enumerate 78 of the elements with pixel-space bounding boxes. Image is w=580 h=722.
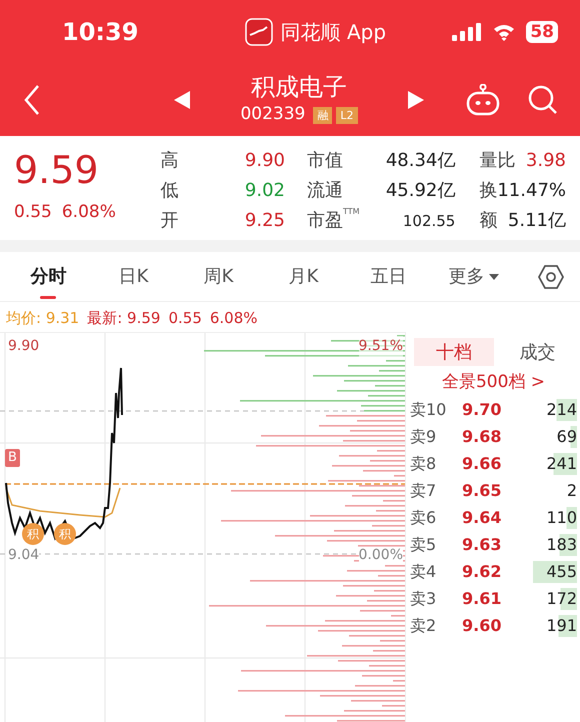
order-book-tab[interactable]: 十档 [414, 338, 494, 366]
stat-value: 9.90 [244, 149, 285, 173]
full-depth-link[interactable]: 全景500档 > [442, 368, 546, 396]
stock-name: 积成电子 [250, 72, 347, 102]
stat-label: 高 [160, 149, 178, 173]
metric-value: 48.34亿 [386, 149, 456, 173]
ttm-superscript: TTM [343, 206, 360, 218]
ask-level-label: 卖4 [410, 560, 438, 582]
average-price: 均价: 9.31 [6, 308, 80, 329]
order-book-tab[interactable]: 成交 [498, 338, 577, 366]
stat-value: 9.02 [244, 179, 285, 203]
chart-tab[interactable]: 五日 [346, 252, 431, 302]
chart-tab[interactable]: 周K [176, 252, 261, 302]
price-change: 0.55 [14, 201, 52, 224]
selected-tab-indicator [40, 296, 56, 298]
previous-stock-icon[interactable] [174, 91, 190, 109]
ask-price: 9.61 [462, 588, 502, 610]
wifi-icon [492, 23, 516, 41]
latest-change-percent: 6.08% [210, 308, 258, 329]
settings-icon[interactable] [538, 264, 564, 290]
dropdown-caret-icon [488, 274, 498, 280]
robot-icon[interactable] [466, 84, 500, 116]
app-logo-icon [244, 18, 273, 46]
chart-tab[interactable]: 日K [91, 252, 176, 302]
ask-level-label: 卖10 [410, 398, 448, 420]
ask-price: 9.70 [462, 398, 502, 420]
latest-change: 0.55 [168, 308, 202, 329]
next-stock-icon[interactable] [408, 91, 424, 109]
metric-value: 3.98 [526, 149, 566, 173]
chart-high-percent: 9.51% [358, 336, 403, 357]
ask-volume: 455 [533, 560, 577, 582]
search-icon[interactable] [528, 85, 558, 115]
stock-tag: L2 [336, 106, 358, 124]
ask-price: 9.60 [462, 614, 502, 636]
metric-value: 45.92亿 [386, 179, 456, 203]
chart-tab[interactable]: 分时 [6, 252, 91, 302]
metric-label: 量比 [479, 149, 516, 173]
ask-level-label: 卖3 [410, 588, 438, 610]
ask-price: 9.62 [462, 560, 502, 582]
chart-tab[interactable]: 更多 [431, 252, 516, 302]
metric-label: 换 [479, 179, 498, 203]
back-icon[interactable] [22, 84, 42, 116]
ask-price: 9.68 [462, 426, 502, 448]
latest-price: 最新: 9.59 [87, 308, 160, 329]
stat-value: 9.25 [244, 209, 285, 233]
stat-label: 开 [160, 209, 178, 233]
ask-level-label: 卖5 [410, 534, 438, 556]
metric-label: 流通 [307, 179, 343, 203]
ask-price: 9.63 [462, 534, 502, 556]
price-change-percent: 6.08% [62, 201, 116, 224]
chart-low-percent: 0.00% [358, 547, 403, 563]
ask-level-label: 卖8 [410, 452, 438, 474]
battery-indicator: 58 [526, 21, 558, 43]
chart-tab[interactable]: 月K [261, 252, 346, 302]
ask-level-label: 卖9 [410, 426, 438, 448]
metric-value: 102.55 [402, 211, 456, 232]
signal-icon [452, 23, 482, 41]
metric-label: 市值 [307, 149, 343, 173]
stock-code: 002339 [240, 103, 306, 126]
metric-value: 5.11亿 [508, 209, 566, 233]
metric-label: 额 [479, 209, 498, 233]
current-price: 9.59 [14, 147, 100, 194]
ask-level-label: 卖6 [410, 506, 438, 528]
buy-marker: B [5, 449, 20, 467]
ask-price: 9.64 [462, 506, 502, 528]
ask-price: 9.66 [462, 452, 502, 474]
chart-high-price: 9.90 [8, 337, 40, 356]
metric-label: 市盈 [307, 209, 343, 233]
ask-price: 9.65 [462, 480, 502, 502]
status-time: 10:39 [62, 17, 138, 48]
metric-value: 11.47% [497, 179, 566, 203]
event-marker: 积 [22, 523, 44, 545]
app-name: 同花顺 App [280, 19, 386, 46]
stat-label: 低 [160, 179, 178, 203]
event-marker: 积 [54, 523, 76, 545]
ask-level-label: 卖2 [410, 614, 438, 636]
ask-level-label: 卖7 [410, 480, 438, 502]
stock-tag: 融 [313, 106, 332, 124]
